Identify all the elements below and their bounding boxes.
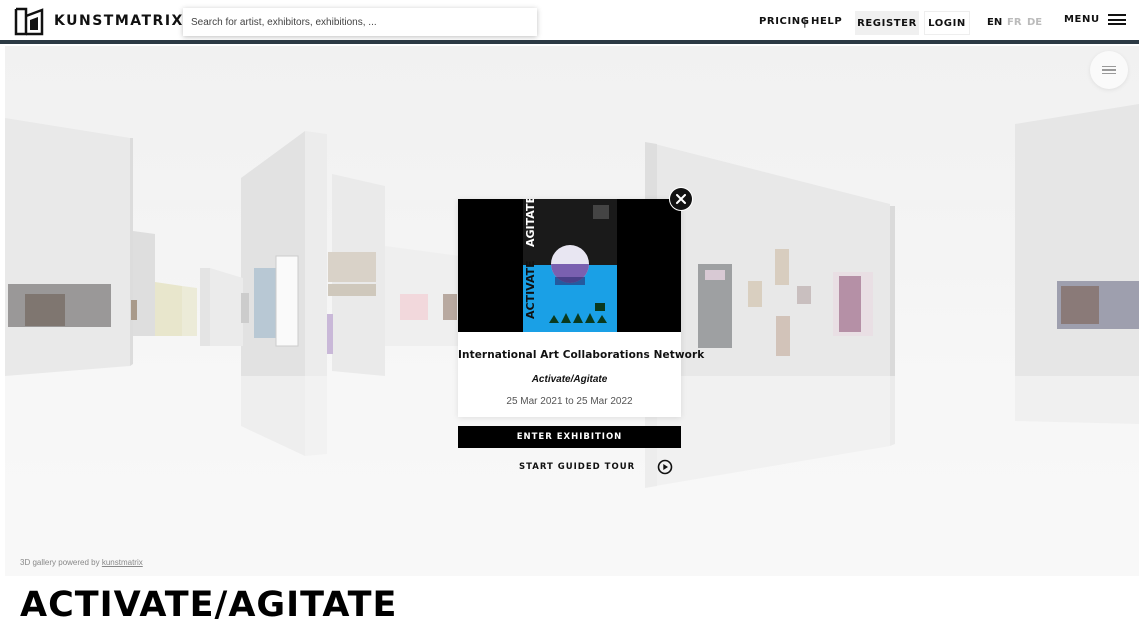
kunstmatrix-logo-icon bbox=[14, 7, 44, 36]
search-input[interactable] bbox=[191, 16, 537, 28]
close-card-button[interactable] bbox=[670, 188, 692, 210]
header-divider bbox=[0, 40, 1139, 44]
enter-exhibition-label: ENTER EXHIBITION bbox=[516, 432, 623, 442]
pricing-link[interactable]: PRICING bbox=[759, 16, 810, 27]
exhibition-image[interactable]: AGITATE ACTIVATE bbox=[458, 199, 681, 332]
hamburger-icon bbox=[1107, 14, 1126, 25]
language-de[interactable]: DE bbox=[1027, 17, 1042, 28]
guided-tour-button[interactable]: START GUIDED TOUR bbox=[519, 459, 674, 475]
powered-by-text: 3D gallery powered by kunstmatrix bbox=[20, 558, 143, 567]
help-link[interactable]: HELP bbox=[811, 16, 842, 27]
login-label: LOGIN bbox=[928, 17, 966, 29]
exhibition-poster: AGITATE ACTIVATE bbox=[523, 199, 617, 332]
register-label: REGISTER bbox=[857, 17, 917, 29]
top-header: KUNSTMATRIX PRICING | HELP REGISTER LOGI… bbox=[0, 0, 1139, 44]
svg-text:ACTIVATE: ACTIVATE bbox=[524, 260, 537, 319]
exhibition-dates: 25 Mar 2021 to 25 Mar 2022 bbox=[506, 396, 633, 407]
exhibition-title[interactable]: Activate/Agitate bbox=[458, 374, 681, 385]
nav-separator: | bbox=[803, 15, 807, 28]
powered-by-prefix: 3D gallery powered by bbox=[20, 558, 100, 567]
exhibition-card: AGITATE ACTIVATE International Art Colla… bbox=[458, 199, 704, 417]
svg-text:AGITATE: AGITATE bbox=[524, 199, 537, 247]
main-menu-button[interactable]: MENU bbox=[1064, 14, 1126, 25]
enter-exhibition-button[interactable]: ENTER EXHIBITION bbox=[458, 426, 681, 448]
brand-name: KUNSTMATRIX bbox=[54, 13, 184, 29]
kunstmatrix-logo[interactable]: KUNSTMATRIX bbox=[14, 6, 184, 36]
close-icon bbox=[676, 194, 686, 204]
search-box[interactable] bbox=[183, 8, 537, 36]
language-en[interactable]: EN bbox=[987, 17, 1002, 28]
login-button[interactable]: LOGIN bbox=[924, 11, 970, 35]
play-circle-icon bbox=[657, 459, 673, 475]
guided-tour-label: START GUIDED TOUR bbox=[519, 462, 636, 472]
menu-label: MENU bbox=[1064, 14, 1100, 25]
list-icon bbox=[1102, 65, 1116, 75]
page-title: ACTIVATE/AGITATE bbox=[20, 585, 398, 625]
gallery-menu-button[interactable] bbox=[1090, 51, 1128, 89]
exhibition-organizer[interactable]: International Art Collaborations Network bbox=[458, 349, 704, 361]
register-button[interactable]: REGISTER bbox=[855, 11, 919, 35]
kunstmatrix-link[interactable]: kunstmatrix bbox=[102, 558, 143, 567]
language-fr[interactable]: FR bbox=[1007, 17, 1022, 28]
